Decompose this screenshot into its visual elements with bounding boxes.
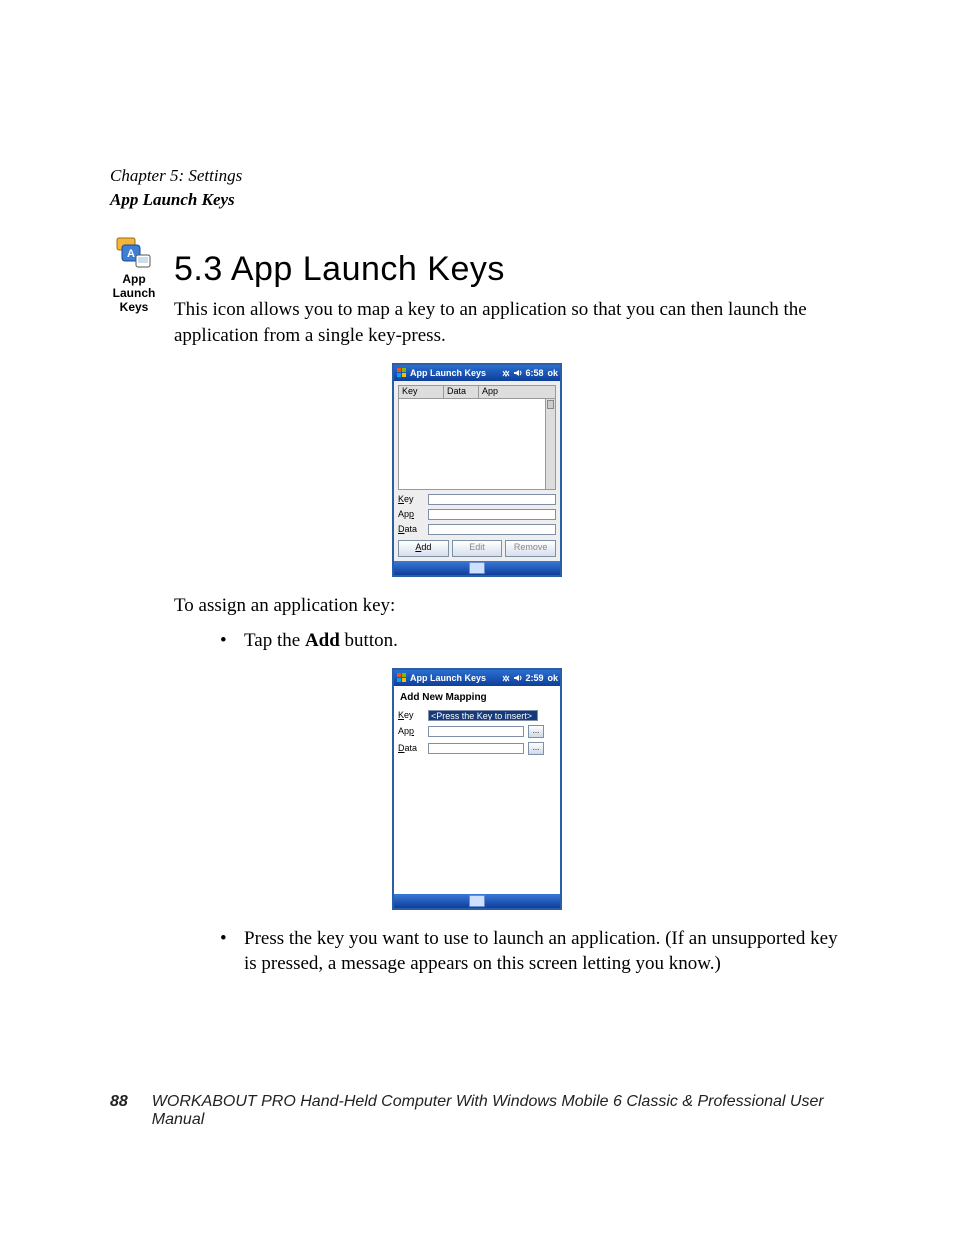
intro-paragraph: This icon allows you to map a key to an … bbox=[110, 297, 844, 348]
connectivity-icon bbox=[501, 368, 511, 378]
dialog-subtitle: Add New Mapping bbox=[398, 690, 556, 706]
wm-title: App Launch Keys bbox=[410, 673, 486, 683]
footer-book-title: WORKABOUT PRO Hand-Held Computer With Wi… bbox=[152, 1093, 844, 1129]
data-input[interactable] bbox=[428, 743, 524, 754]
wm-titlebar: App Launch Keys 6:58 ok bbox=[394, 365, 560, 381]
col-app[interactable]: App bbox=[479, 386, 555, 398]
wm-title: App Launch Keys bbox=[410, 368, 486, 378]
data-label: Data bbox=[398, 743, 424, 753]
app-label: App bbox=[398, 726, 424, 736]
screenshot-add-new-mapping: App Launch Keys 2:59 ok Add New Mapping … bbox=[392, 668, 562, 910]
app-launch-keys-icon: A bbox=[115, 237, 153, 271]
wm-bottombar bbox=[394, 561, 560, 575]
page-footer: 88 WORKABOUT PRO Hand-Held Computer With… bbox=[110, 1093, 844, 1129]
volume-icon bbox=[513, 368, 523, 378]
key-label: Key bbox=[398, 710, 424, 720]
keyboard-icon[interactable] bbox=[469, 562, 485, 574]
wm-bottombar bbox=[394, 894, 560, 908]
wm-clock: 6:58 bbox=[525, 368, 543, 378]
section-heading: 5.3 App Launch Keys bbox=[110, 250, 844, 289]
app-browse-button[interactable]: ... bbox=[528, 725, 544, 738]
screenshot-app-launch-keys-list: App Launch Keys 6:58 ok Key Data App Key… bbox=[392, 363, 562, 577]
bullet-2: Press the key you want to use to launch … bbox=[220, 926, 844, 977]
list-body[interactable] bbox=[398, 399, 556, 490]
keyboard-icon[interactable] bbox=[469, 895, 485, 907]
ok-button[interactable]: ok bbox=[547, 368, 558, 378]
windows-flag-icon bbox=[396, 672, 408, 684]
running-head-chapter: Chapter 5: Settings bbox=[110, 165, 844, 186]
instruction-line: To assign an application key: bbox=[110, 593, 844, 619]
edit-button[interactable]: Edit bbox=[452, 540, 503, 557]
key-input[interactable]: <Press the Key to insert> bbox=[428, 710, 538, 721]
key-label: Key bbox=[398, 494, 424, 504]
remove-button[interactable]: Remove bbox=[505, 540, 556, 557]
data-input[interactable] bbox=[428, 524, 556, 535]
add-button[interactable]: Add bbox=[398, 540, 449, 557]
app-input[interactable] bbox=[428, 509, 556, 520]
scrollbar[interactable] bbox=[545, 399, 555, 489]
data-label: Data bbox=[398, 524, 424, 534]
ok-button[interactable]: ok bbox=[547, 673, 558, 683]
list-header: Key Data App bbox=[398, 385, 556, 399]
volume-icon bbox=[513, 673, 523, 683]
col-key[interactable]: Key bbox=[399, 386, 444, 398]
wm-titlebar: App Launch Keys 2:59 ok bbox=[394, 670, 560, 686]
app-input[interactable] bbox=[428, 726, 524, 737]
running-head-section: App Launch Keys bbox=[110, 190, 844, 210]
page-number: 88 bbox=[110, 1093, 128, 1129]
svg-text:A: A bbox=[127, 248, 135, 260]
windows-flag-icon bbox=[396, 367, 408, 379]
bullet-1: Tap the Add button. bbox=[220, 628, 844, 654]
section-icon-block: A App Launch Keys bbox=[100, 237, 168, 314]
data-browse-button[interactable]: ... bbox=[528, 742, 544, 755]
connectivity-icon bbox=[501, 673, 511, 683]
app-label: App bbox=[398, 509, 424, 519]
col-data[interactable]: Data bbox=[444, 386, 479, 398]
wm-clock: 2:59 bbox=[525, 673, 543, 683]
section-icon-caption: App Launch Keys bbox=[100, 273, 168, 314]
key-input[interactable] bbox=[428, 494, 556, 505]
